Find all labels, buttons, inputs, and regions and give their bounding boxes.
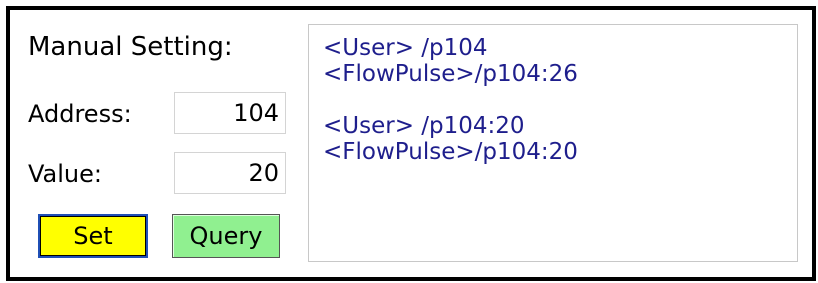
- set-button[interactable]: Set: [38, 214, 148, 258]
- log-line: <FlowPulse>/p104:26: [323, 61, 578, 87]
- manual-setting-panel: Manual Setting: Address: Value: Set Quer…: [6, 6, 816, 281]
- log-line: <User> /p104:20: [323, 113, 525, 139]
- panel-title: Manual Setting:: [28, 32, 233, 62]
- query-button[interactable]: Query: [172, 214, 280, 258]
- response-log[interactable]: <User> /p104 <FlowPulse>/p104:26 <User> …: [308, 24, 798, 262]
- log-line: <FlowPulse>/p104:20: [323, 139, 578, 165]
- address-input[interactable]: [174, 92, 286, 134]
- value-input[interactable]: [174, 152, 286, 194]
- address-label: Address:: [28, 100, 132, 128]
- value-label: Value:: [28, 160, 102, 188]
- log-line: <User> /p104: [323, 35, 488, 61]
